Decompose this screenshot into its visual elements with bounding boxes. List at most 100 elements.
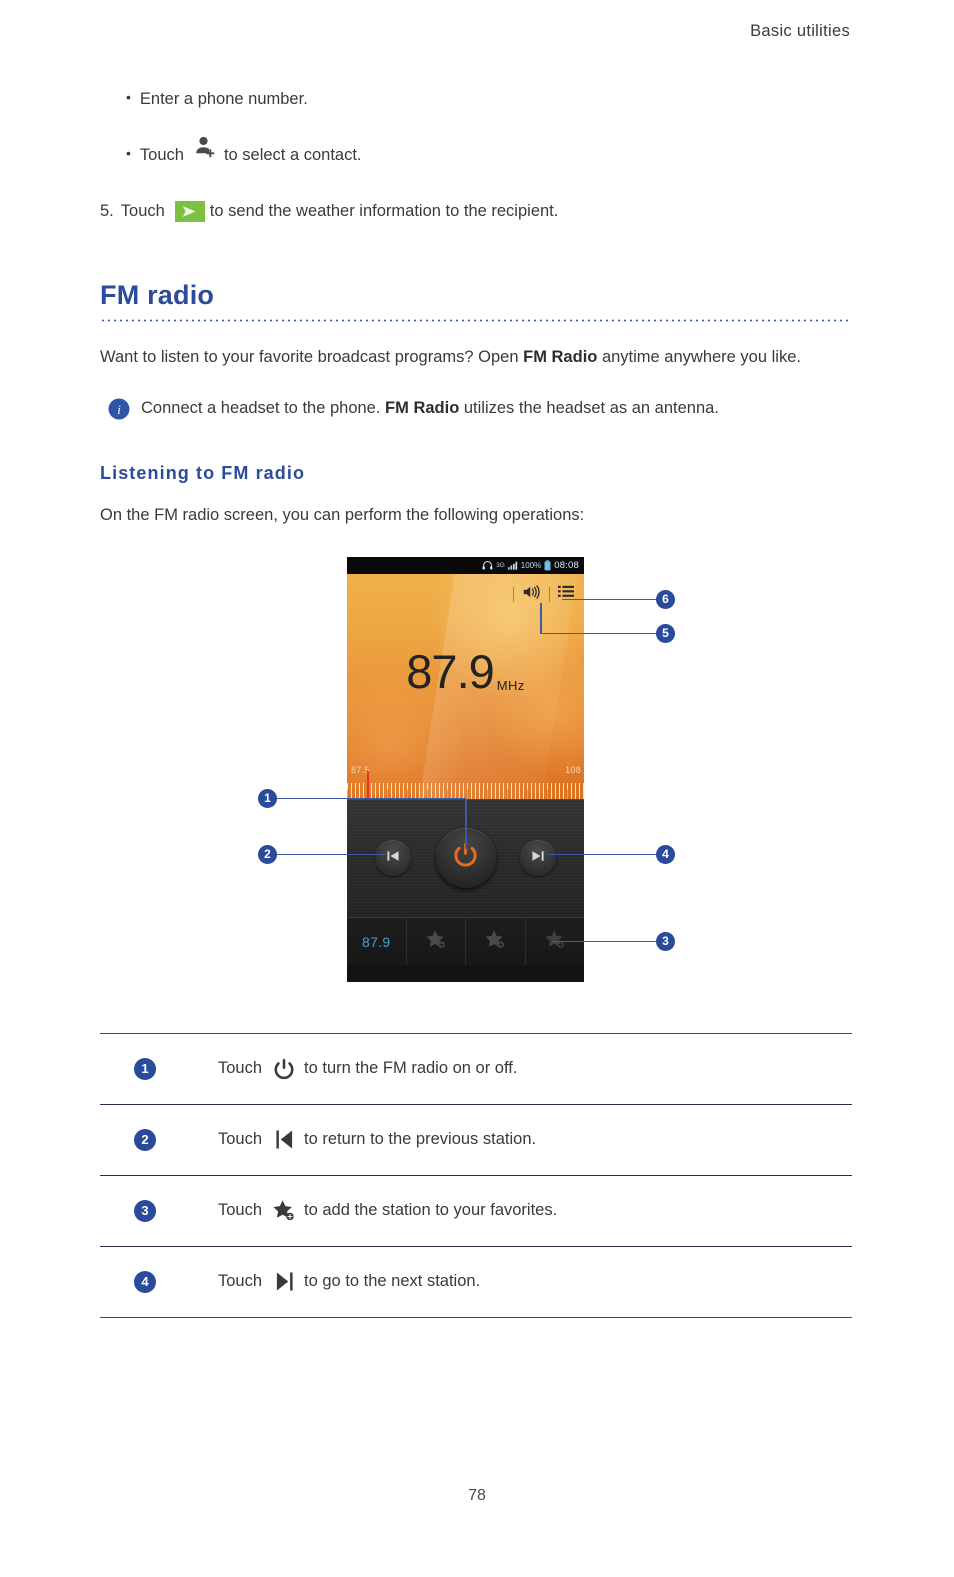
heading-dotted-rule	[100, 318, 852, 322]
table-row: 2 Touch to return to the previous statio…	[100, 1103, 852, 1175]
section-intro-paragraph: Want to listen to your favorite broadcas…	[100, 342, 852, 372]
leader-line-2	[276, 853, 386, 856]
callout-6: 6	[656, 589, 675, 609]
leader-line-6	[562, 598, 657, 601]
info-icon: i	[108, 398, 130, 420]
battery-percent-label: 100%	[520, 560, 542, 570]
phone-bottom-bezel	[347, 964, 584, 982]
note-part-1: Connect a headset to the phone.	[141, 398, 386, 417]
step-text-post: to send the weather information to the r…	[209, 201, 559, 220]
step-text-pre: Touch	[120, 201, 165, 220]
favorites-strip: 87.9	[347, 916, 584, 966]
legend-post-1: to turn the FM radio on or off.	[304, 1059, 518, 1078]
fm-radio-figure: 3G 100% 08:08 87.9 MHz 87.5 108 87.9 6 5…	[100, 556, 852, 997]
radio-face-panel: 87.9 MHz 87.5 108	[347, 573, 584, 799]
table-row: 1 Touch to turn the FM radio on or off.	[100, 1032, 852, 1104]
leader-line-5-vertical	[540, 602, 542, 634]
station-list-icon[interactable]	[558, 585, 574, 603]
note-text: Connect a headset to the phone. FM Radio…	[141, 394, 719, 424]
phone-status-bar: 3G 100% 08:08	[347, 556, 584, 574]
legend-pre-3: Touch	[218, 1201, 263, 1220]
legend-text-3: Touch to add the station to your favorit…	[218, 1199, 557, 1223]
subsection-paragraph: On the FM radio screen, you can perform …	[100, 506, 585, 525]
paragraph-bold-1: FM Radio	[523, 347, 598, 366]
note-part-2: utilizes the headset as an antenna.	[459, 398, 719, 417]
legend-post-3: to add the station to your favorites.	[304, 1201, 558, 1220]
previous-station-icon	[272, 1128, 296, 1152]
step-number: 5.	[100, 201, 114, 220]
legend-text-4: Touch to go to the next station.	[218, 1270, 480, 1294]
send-icon	[174, 201, 205, 223]
numbered-step: 5. Touch to send the weather information…	[100, 200, 852, 224]
callout-4: 4	[656, 844, 675, 864]
next-station-icon	[531, 849, 545, 867]
signal-bars-icon	[507, 561, 518, 570]
legend-text-1: Touch to turn the FM radio on or off.	[218, 1057, 517, 1081]
add-favorite-icon	[425, 929, 447, 954]
add-favorite-icon	[484, 929, 506, 954]
list-item: • Touch to select a contact.	[126, 136, 852, 168]
table-row: 3 Touch to add the station to your favor…	[100, 1174, 852, 1246]
leader-line-4	[548, 853, 656, 856]
page-number: 78	[468, 1487, 486, 1504]
tuner-max-label: 108	[565, 764, 581, 775]
legend-pre-1: Touch	[218, 1059, 263, 1078]
paragraph-part-2: anytime anywhere you like.	[597, 347, 801, 366]
bullet-dot-icon: •	[126, 89, 131, 105]
callout-1: 1	[258, 788, 277, 808]
tuner-needle	[367, 770, 369, 799]
callout-3: 3	[656, 931, 675, 951]
page-title: FM radio	[100, 279, 215, 310]
speaker-icon[interactable]	[522, 584, 541, 604]
leader-line-5-horizontal	[540, 632, 657, 635]
legend-table: 1 Touch to turn the FM radio on or off. …	[100, 1032, 852, 1318]
next-station-icon	[272, 1270, 296, 1294]
battery-icon	[544, 560, 551, 571]
legend-pre-2: Touch	[218, 1130, 263, 1149]
paragraph-part-1: Want to listen to your favorite broadcas…	[100, 347, 524, 366]
running-header: Basic utilities	[750, 22, 850, 40]
radio-top-actions	[513, 584, 574, 604]
bullet-text: Enter a phone number.	[139, 90, 308, 108]
table-row: 4 Touch to go to the next station.	[100, 1245, 852, 1318]
note-callout: i Connect a headset to the phone. FM Rad…	[100, 394, 852, 424]
tuner-ticks	[347, 782, 584, 799]
frequency-unit: MHz	[496, 677, 525, 693]
page-content: • Enter a phone number. • Touch to selec…	[100, 88, 852, 1318]
phone-screenshot: 3G 100% 08:08 87.9 MHz 87.5 108 87.9	[347, 556, 584, 982]
legend-text-2: Touch to return to the previous station.	[218, 1128, 536, 1152]
legend-badge-2: 2	[134, 1128, 156, 1151]
divider	[513, 586, 514, 602]
add-favorite-slot[interactable]	[407, 917, 466, 966]
favorite-current-station[interactable]: 87.9	[347, 917, 407, 966]
add-favorite-slot[interactable]	[466, 917, 526, 966]
subsection-title: Listening to FM radio	[100, 463, 306, 484]
add-favorite-icon	[272, 1199, 296, 1223]
status-clock: 08:08	[554, 559, 579, 571]
legend-badge-1: 1	[134, 1057, 156, 1080]
legend-pre-4: Touch	[218, 1272, 263, 1291]
next-station-button[interactable]	[520, 839, 556, 876]
svg-text:i: i	[117, 402, 121, 417]
network-type-label: 3G	[496, 561, 505, 569]
legend-post-2: to return to the previous station.	[304, 1130, 537, 1149]
frequency-display: 87.9 MHz	[347, 648, 584, 695]
legend-badge-3: 3	[134, 1199, 156, 1222]
leader-line-3	[552, 940, 656, 943]
power-icon	[272, 1057, 296, 1081]
leader-line-1-vertical	[465, 798, 467, 849]
divider	[549, 586, 550, 602]
previous-station-button[interactable]	[375, 839, 411, 876]
callout-5: 5	[656, 623, 675, 643]
bullet-dot-icon: •	[126, 144, 131, 161]
favorite-frequency-label: 87.9	[362, 933, 391, 950]
section-heading-group: FM radio	[100, 280, 852, 322]
leader-line-1-horizontal	[276, 797, 466, 800]
legend-post-4: to go to the next station.	[304, 1272, 481, 1291]
list-item: • Enter a phone number.	[126, 88, 852, 112]
bullet-text-pre: Touch	[139, 145, 184, 164]
tuner-ruler[interactable]: 87.5 108	[347, 765, 584, 799]
add-contact-icon	[193, 135, 217, 159]
bullet-text-post: to select a contact.	[223, 145, 362, 164]
note-bold-1: FM Radio	[385, 398, 460, 417]
